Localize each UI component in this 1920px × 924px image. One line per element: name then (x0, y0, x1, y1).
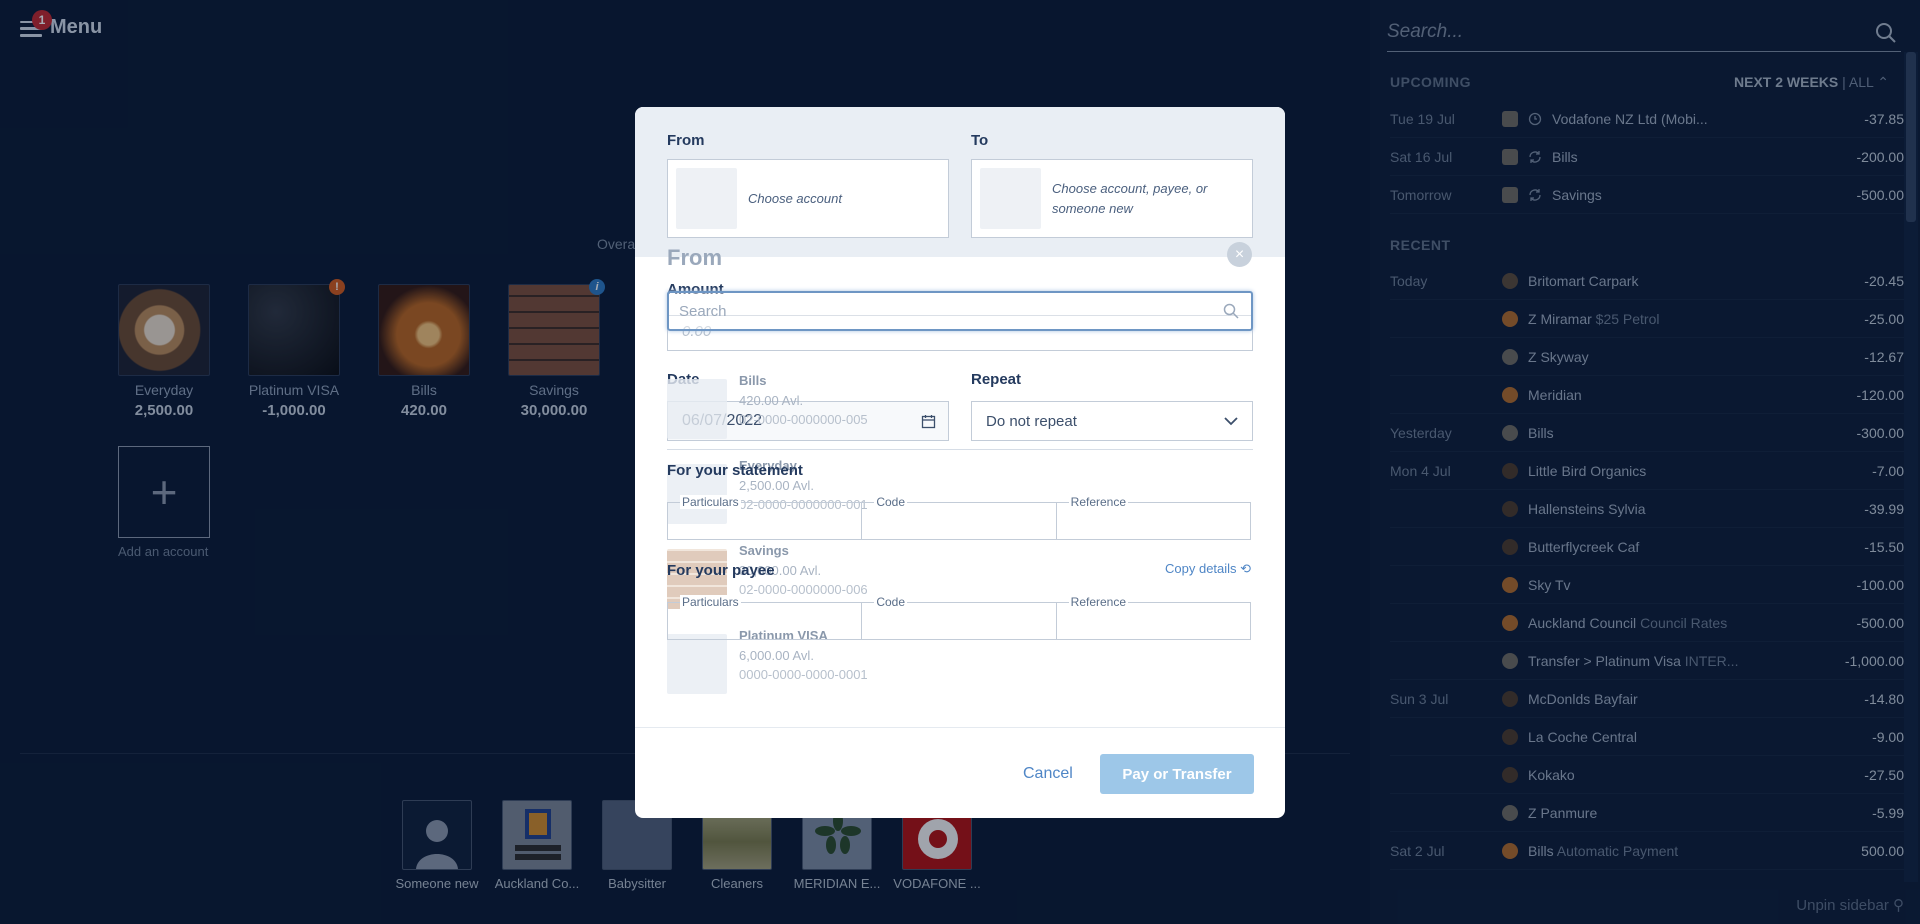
payee-particulars-input[interactable]: Particulars (667, 595, 863, 640)
option-number: 02-0000-0000000-005 (739, 412, 868, 427)
field-label: Code (874, 595, 908, 609)
payment-modal: From Choose account To Choose account, p… (635, 107, 1285, 818)
option-available: 420.00 Avl. (739, 393, 804, 408)
option-number: 02-0000-0000000-006 (739, 582, 868, 597)
from-account-selector[interactable]: Choose account (667, 159, 949, 238)
option-name: Bills (739, 373, 767, 388)
account-thumb (667, 379, 727, 439)
repeat-value: Do not repeat (986, 413, 1077, 430)
statement-code-input[interactable]: Code (861, 495, 1057, 540)
account-placeholder-image (980, 168, 1041, 229)
to-label: To (971, 132, 989, 149)
refresh-icon: ⟲ (1240, 561, 1252, 576)
payee-title: For your payee (667, 562, 775, 579)
field-label: Reference (1068, 495, 1129, 509)
account-placeholder-image (676, 168, 737, 229)
from-label: From (667, 132, 705, 149)
account-thumb (667, 634, 727, 694)
account-picker-title: From (667, 245, 722, 270)
field-label: Code (874, 495, 908, 509)
field-label: Particulars (680, 595, 741, 609)
account-search (667, 291, 1253, 331)
statement-reference-input[interactable]: Reference (1055, 495, 1251, 540)
statement-title: For your statement (667, 462, 803, 479)
option-available: 6,000.00 Avl. (739, 648, 814, 663)
account-option[interactable]: Bills 420.00 Avl. 02-0000-0000000-005 (667, 373, 967, 451)
payee-reference-input[interactable]: Reference (1055, 595, 1251, 640)
chevron-down-icon (1224, 417, 1238, 426)
modal-footer-divider (635, 727, 1285, 728)
payee-fields: Particulars Code Reference (667, 595, 1251, 640)
field-label: Reference (1068, 595, 1129, 609)
from-placeholder: Choose account (748, 191, 842, 206)
statement-fields: Particulars Code Reference (667, 495, 1251, 540)
cancel-button[interactable]: Cancel (1023, 765, 1073, 783)
to-placeholder: Choose account, payee, or someone new (1052, 181, 1208, 216)
repeat-select[interactable]: Do not repeat (971, 401, 1253, 441)
to-account-selector[interactable]: Choose account, payee, or someone new (971, 159, 1253, 238)
option-number: 0000-0000-0000-0001 (739, 667, 868, 682)
option-name: Savings (739, 543, 789, 558)
field-label: Particulars (680, 495, 741, 509)
search-icon[interactable] (1223, 303, 1239, 319)
close-icon[interactable]: × (1227, 242, 1252, 267)
copy-details-button[interactable]: Copy details ⟲ (1165, 561, 1251, 577)
payee-code-input[interactable]: Code (861, 595, 1057, 640)
option-available: 2,500.00 Avl. (739, 478, 814, 493)
account-search-input[interactable] (669, 293, 1209, 329)
repeat-label: Repeat (971, 371, 1022, 388)
copy-details-label: Copy details (1165, 561, 1237, 576)
pay-or-transfer-button[interactable]: Pay or Transfer (1100, 754, 1254, 794)
statement-particulars-input[interactable]: Particulars (667, 495, 863, 540)
